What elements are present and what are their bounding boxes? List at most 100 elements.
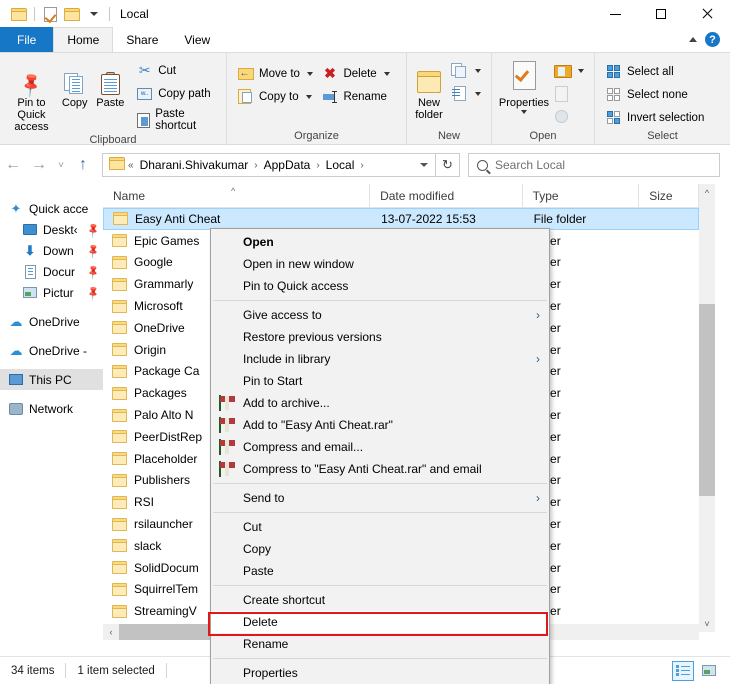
copy-to-button[interactable]: Copy to	[233, 86, 317, 107]
back-button[interactable]: ←	[0, 152, 26, 178]
close-button[interactable]	[684, 0, 730, 28]
sidebar-item-desktop[interactable]: Deskt‹ 📌	[0, 219, 103, 240]
tab-home[interactable]: Home	[53, 27, 114, 52]
copy-button[interactable]: Copy	[57, 57, 93, 109]
context-menu-item-include-in-library[interactable]: Include in library ›	[211, 348, 549, 370]
ribbon-group-organize: ← Move to Copy to ✖ Delete Rename Organi…	[226, 53, 406, 145]
up-button[interactable]: ↑	[70, 152, 96, 178]
context-menu-item-cut[interactable]: Cut	[211, 516, 549, 538]
delete-button[interactable]: ✖ Delete	[317, 63, 400, 84]
context-menu-item-compress-to-rar-and-email[interactable]: Compress to "Easy Anti Cheat.rar" and em…	[211, 458, 549, 480]
context-menu: Open Open in new window Pin to Quick acc…	[210, 228, 550, 684]
context-menu-item-add-to-archive[interactable]: Add to archive...	[211, 392, 549, 414]
chevron-down-icon[interactable]: ˅	[699, 615, 715, 632]
pin-to-quick-access-button[interactable]: 📌 Pin to Quick access	[6, 57, 57, 133]
column-header-type[interactable]: Type	[523, 184, 640, 208]
context-menu-item-give-access-to[interactable]: Give access to ›	[211, 304, 549, 326]
sidebar-item-network[interactable]: Network	[0, 398, 103, 419]
breadcrumb-item-appdata[interactable]: AppData	[260, 156, 315, 174]
chevron-down-icon[interactable]	[475, 91, 481, 96]
breadcrumb-item-local[interactable]: Local	[322, 156, 359, 174]
forward-button[interactable]: →	[26, 152, 52, 178]
thumbnail-view-icon[interactable]	[698, 661, 720, 681]
column-header-name[interactable]: ^ Name	[103, 184, 371, 208]
context-menu-item-send-to[interactable]: Send to ›	[211, 487, 549, 509]
recent-locations-button[interactable]: ˅	[52, 152, 70, 178]
folder-icon[interactable]	[8, 3, 30, 25]
context-menu-item-pin-to-start[interactable]: Pin to Start	[211, 370, 549, 392]
context-menu-item-open[interactable]: Open	[211, 231, 549, 253]
select-all-button[interactable]: Select all	[601, 61, 708, 82]
refresh-icon[interactable]: ↻	[436, 153, 460, 177]
chevron-down-icon[interactable]	[521, 110, 527, 114]
table-row[interactable]: Easy Anti Cheat 13-07-2022 15:53 File fo…	[103, 208, 699, 230]
breadcrumb-separator[interactable]: ›	[359, 160, 364, 171]
chevron-up-icon[interactable]: ^	[699, 184, 715, 201]
new-folder-icon[interactable]	[61, 3, 83, 25]
breadcrumb-item-user[interactable]: Dharani.Shivakumar	[136, 156, 253, 174]
customize-dropdown-icon[interactable]	[83, 3, 105, 25]
copy-path-button[interactable]: w.. Copy path	[132, 83, 220, 104]
details-view-icon[interactable]	[672, 660, 694, 681]
invert-selection-button[interactable]: Invert selection	[601, 107, 708, 128]
chevron-down-icon[interactable]	[415, 163, 433, 167]
sidebar-item-quick-access[interactable]: ✦ Quick acce	[0, 198, 103, 219]
file-name: Package Ca	[134, 364, 200, 379]
sidebar-item-documents[interactable]: Docur 📌	[0, 261, 103, 282]
sidebar-item-pictures[interactable]: Pictur 📌	[0, 282, 103, 303]
context-menu-item-delete[interactable]: Delete	[211, 611, 549, 633]
easy-access-button[interactable]	[447, 83, 485, 104]
folder-icon	[112, 561, 128, 575]
chevron-left-icon[interactable]: ‹	[103, 624, 119, 640]
properties-button[interactable]: Properties	[498, 57, 550, 114]
tab-share[interactable]: Share	[113, 27, 171, 52]
cut-button[interactable]: ✂ Cut	[132, 60, 220, 81]
breadcrumb-separator[interactable]: ›	[315, 160, 320, 171]
column-header-size[interactable]: Size	[639, 184, 700, 208]
select-none-button[interactable]: Select none	[601, 84, 708, 105]
chevron-down-icon[interactable]	[475, 68, 481, 73]
context-menu-item-rename[interactable]: Rename	[211, 633, 549, 655]
scrollbar-thumb[interactable]	[699, 304, 715, 496]
search-input[interactable]: Search Local	[468, 153, 720, 177]
chevron-down-icon[interactable]	[306, 71, 313, 76]
tab-view[interactable]: View	[171, 27, 223, 52]
context-menu-item-create-shortcut[interactable]: Create shortcut	[211, 589, 549, 611]
context-menu-item-paste[interactable]: Paste	[211, 560, 549, 582]
context-menu-item-properties[interactable]: Properties	[211, 662, 549, 684]
new-item-button[interactable]	[447, 60, 485, 81]
context-menu-item-compress-and-email[interactable]: Compress and email...	[211, 436, 549, 458]
paste-shortcut-button[interactable]: Paste shortcut	[132, 106, 220, 134]
sidebar-item-onedrive-business[interactable]: ☁ OneDrive -	[0, 340, 103, 361]
chevron-down-icon[interactable]	[305, 94, 312, 99]
chevron-down-icon[interactable]	[578, 68, 584, 73]
cut-label: Cut	[158, 64, 177, 77]
help-icon[interactable]: ?	[705, 32, 720, 47]
address-input[interactable]: « Dharani.Shivakumar › AppData › Local ›	[102, 153, 436, 177]
context-menu-item-pin-to-quick-access[interactable]: Pin to Quick access	[211, 275, 549, 297]
open-folder-button[interactable]	[550, 60, 588, 81]
tab-file[interactable]: File	[0, 27, 54, 52]
paste-button[interactable]: Paste	[93, 57, 129, 109]
chevron-down-icon[interactable]	[383, 71, 390, 76]
context-menu-item-add-to-rar[interactable]: Add to "Easy Anti Cheat.rar"	[211, 414, 549, 436]
new-folder-button[interactable]: New folder	[413, 57, 445, 121]
move-to-button[interactable]: ← Move to	[233, 63, 317, 84]
copy-path-label: Copy path	[158, 87, 211, 100]
maximize-button[interactable]	[638, 0, 684, 28]
collapse-ribbon-icon[interactable]	[689, 37, 697, 42]
context-menu-item-open-in-new-window[interactable]: Open in new window	[211, 253, 549, 275]
sidebar-item-downloads[interactable]: ⬇ Down 📌	[0, 240, 103, 261]
file-explorer-window: Local File Home Share View ? 📌 Pin to Qu…	[0, 0, 730, 684]
sidebar-item-this-pc[interactable]: This PC	[0, 369, 103, 390]
breadcrumb-separator[interactable]: ›	[253, 160, 258, 171]
sidebar-item-onedrive[interactable]: ☁ OneDrive	[0, 311, 103, 332]
context-menu-item-copy[interactable]: Copy	[211, 538, 549, 560]
column-header-date-modified[interactable]: Date modified	[370, 184, 523, 208]
context-menu-item-restore-previous-versions[interactable]: Restore previous versions	[211, 326, 549, 348]
delete-label: Delete	[343, 67, 377, 80]
minimize-button[interactable]	[592, 0, 638, 28]
properties-icon[interactable]	[39, 3, 61, 25]
rename-button[interactable]: Rename	[317, 86, 400, 107]
vertical-scrollbar[interactable]: ^ ˅	[699, 184, 715, 632]
